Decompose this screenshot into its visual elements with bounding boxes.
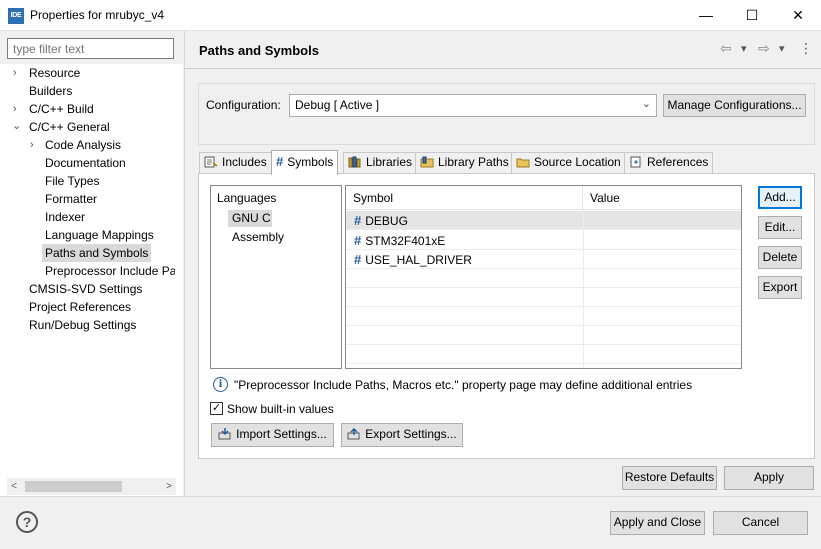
tree-item-preprocessor-include-paths[interactable]: Preprocessor Include Pat [45, 262, 175, 280]
hash-icon: # [354, 213, 362, 228]
expand-icon[interactable]: › [13, 64, 23, 82]
page-title: Paths and Symbols [199, 43, 319, 58]
symbol-name: USE_HAL_DRIVER [365, 253, 472, 267]
title-bar: IDE Properties for mrubyc_v4 — ☐ ✕ [0, 0, 821, 31]
apply-button[interactable]: Apply [724, 466, 814, 490]
column-divider [583, 210, 584, 368]
back-arrow-icon[interactable]: ⇦ [720, 40, 732, 57]
filter-input[interactable] [7, 38, 174, 59]
tab-libraries[interactable]: Libraries [343, 152, 418, 173]
manage-configurations-button[interactable]: Manage Configurations... [663, 94, 806, 117]
languages-list[interactable]: Languages GNU C Assembly [210, 185, 342, 369]
tree-item-run-debug-settings[interactable]: Run/Debug Settings [29, 316, 136, 334]
table-row[interactable]: # USE_HAL_DRIVER [346, 250, 741, 269]
apply-and-close-button[interactable]: Apply and Close [610, 511, 705, 535]
horizontal-scrollbar[interactable]: < > [7, 478, 176, 495]
empty-row [346, 326, 741, 345]
tab-includes[interactable]: Includes [199, 152, 272, 173]
show-builtin-label[interactable]: Show built-in values [227, 402, 334, 416]
chevron-down-icon: ⌄ [641, 98, 651, 110]
tab-references[interactable]: References [624, 152, 714, 173]
symbols-table[interactable]: Symbol Value # DEBUG # STM32F401xE # USE_HA… [345, 185, 742, 369]
window-title: Properties for mrubyc_v4 [30, 8, 165, 22]
tab-symbols[interactable]: # Symbols [271, 150, 339, 175]
configuration-label: Configuration: [206, 98, 281, 112]
footer-divider [0, 496, 821, 497]
delete-button[interactable]: Delete [758, 246, 802, 269]
help-icon[interactable]: ? [16, 511, 38, 533]
export-icon [347, 426, 361, 440]
view-menu-icon[interactable]: ⋮ [799, 40, 813, 57]
symbol-name: STM32F401xE [365, 234, 446, 248]
maximize-button[interactable]: ☐ [729, 0, 775, 31]
tree-item-builders[interactable]: Builders [29, 82, 72, 100]
scroll-thumb[interactable] [25, 481, 122, 492]
property-tree: › Resource Builders › C/C++ Build ⌄ C/C+… [0, 64, 183, 496]
configuration-select[interactable]: Debug [ Active ] ⌄ [289, 94, 657, 117]
symbol-name: DEBUG [365, 214, 408, 228]
collapse-icon[interactable]: ⌄ [12, 117, 22, 135]
language-item-assembly[interactable]: Assembly [232, 230, 284, 244]
show-builtin-checkbox[interactable]: ✓ [210, 402, 223, 415]
folder-icon [516, 155, 530, 168]
hash-icon: # [354, 233, 362, 248]
hash-icon: # [276, 154, 284, 169]
expand-icon[interactable]: › [13, 100, 23, 118]
export-button[interactable]: Export [758, 276, 802, 299]
scroll-left-icon[interactable]: < [7, 478, 21, 495]
empty-row [346, 307, 741, 326]
languages-header: Languages [217, 191, 277, 205]
info-text: "Preprocessor Include Paths, Macros etc.… [234, 378, 693, 392]
table-row[interactable]: # DEBUG [346, 211, 741, 230]
empty-row [346, 288, 741, 307]
close-button[interactable]: ✕ [775, 0, 821, 31]
configuration-value: Debug [ Active ] [295, 98, 380, 112]
hash-icon: # [354, 252, 362, 267]
export-settings-button[interactable]: Export Settings... [341, 423, 463, 447]
tree-item-project-references[interactable]: Project References [29, 298, 131, 316]
tab-library-paths[interactable]: Library Paths [415, 152, 514, 173]
minimize-button[interactable]: — [683, 0, 729, 31]
forward-arrow-icon[interactable]: ⇨ [758, 40, 770, 57]
includes-icon [204, 155, 218, 168]
libraries-icon [348, 155, 362, 168]
header-divider [185, 68, 821, 69]
tree-item-cpp-general[interactable]: C/C++ General [29, 118, 110, 136]
expand-icon[interactable]: › [30, 136, 40, 154]
empty-row [346, 345, 741, 364]
scroll-right-icon[interactable]: > [162, 478, 176, 495]
info-icon: i [213, 377, 228, 392]
tree-item-code-analysis[interactable]: Code Analysis [45, 136, 121, 154]
tree-item-formatter[interactable]: Formatter [45, 190, 97, 208]
tree-item-file-types[interactable]: File Types [45, 172, 99, 190]
language-item-gnu-c[interactable]: GNU C [228, 210, 272, 227]
import-settings-button[interactable]: Import Settings... [211, 423, 334, 447]
back-dropdown-icon[interactable]: ▾ [741, 42, 747, 55]
tree-item-language-mappings[interactable]: Language Mappings [45, 226, 154, 244]
tab-source-location[interactable]: Source Location [511, 152, 626, 173]
import-icon [218, 426, 232, 440]
tree-item-paths-and-symbols[interactable]: Paths and Symbols [42, 244, 152, 262]
column-header-symbol[interactable]: Symbol [346, 186, 583, 210]
restore-defaults-button[interactable]: Restore Defaults [622, 466, 717, 490]
tree-item-documentation[interactable]: Documentation [45, 154, 126, 172]
edit-button[interactable]: Edit... [758, 216, 802, 239]
column-header-value[interactable]: Value [583, 186, 741, 210]
library-paths-icon [420, 155, 434, 168]
forward-dropdown-icon[interactable]: ▾ [779, 42, 785, 55]
tree-item-indexer[interactable]: Indexer [45, 208, 85, 226]
tree-item-cpp-build[interactable]: C/C++ Build [29, 100, 94, 118]
empty-row [346, 269, 741, 288]
tree-item-cmsis-svd-settings[interactable]: CMSIS-SVD Settings [29, 280, 142, 298]
references-icon [629, 155, 643, 168]
app-icon: IDE [8, 8, 24, 24]
tree-item-resource[interactable]: Resource [29, 64, 80, 82]
cancel-button[interactable]: Cancel [713, 511, 808, 535]
add-button[interactable]: Add... [758, 186, 802, 209]
table-row[interactable]: # STM32F401xE [346, 231, 741, 250]
